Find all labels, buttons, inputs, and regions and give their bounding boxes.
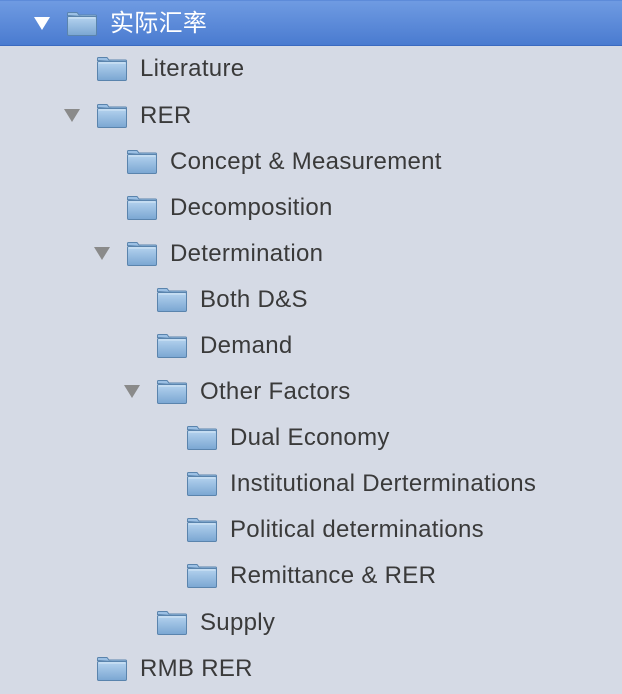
disclosure-triangle-down-icon[interactable] [64,109,80,122]
folder-icon [66,11,98,37]
folder-icon [96,103,128,129]
disclosure-triangle-down-icon[interactable] [124,385,140,398]
tree-item-label: Other Factors [200,378,351,405]
tree-item-label: Remittance & RER [230,562,437,589]
tree-item-demand[interactable]: Demand [0,323,622,369]
tree-item-label: Literature [140,55,245,82]
folder-icon [156,379,188,405]
folder-icon [156,333,188,359]
tree-item-label: Demand [200,332,293,359]
tree-item-rer[interactable]: RER [0,93,622,139]
tree-item-label: Institutional Derterminations [230,470,537,497]
tree-item-political-determinations[interactable]: Political determinations [0,507,622,553]
tree-item-determination[interactable]: Determination [0,231,622,277]
tree-item-label: Political determinations [230,516,484,543]
tree-item-dual-economy[interactable]: Dual Economy [0,415,622,461]
tree-item-supply[interactable]: Supply [0,600,622,646]
tree-item-remittance-rer[interactable]: Remittance & RER [0,553,622,599]
tree-item-literature[interactable]: Literature [0,46,622,92]
tree-item-label: Decomposition [170,194,333,221]
folder-icon [156,610,188,636]
disclosure-triangle-down-icon[interactable] [94,247,110,260]
folder-icon [186,471,218,497]
tree-item-label: RER [140,102,192,129]
tree-item-label: 实际汇率 [110,10,208,37]
folder-icon [96,56,128,82]
tree-item-both-ds[interactable]: Both D&S [0,277,622,323]
tree-item-concept-measurement[interactable]: Concept & Measurement [0,139,622,185]
disclosure-triangle-down-icon[interactable] [34,17,50,30]
tree-item-decomposition[interactable]: Decomposition [0,185,622,231]
folder-tree: 实际汇率 Literature RER Concept & Measurement De… [0,0,622,694]
folder-icon [126,195,158,221]
folder-icon [156,287,188,313]
tree-item-label: Both D&S [200,286,308,313]
tree-item-institutional-derterminations[interactable]: Institutional Derterminations [0,461,622,507]
tree-item-real-exchange-rate[interactable]: 实际汇率 [0,0,622,46]
folder-icon [126,241,158,267]
folder-icon [96,656,128,682]
folder-icon [186,517,218,543]
folder-icon [126,149,158,175]
tree-item-rmb-rer[interactable]: RMB RER [0,646,622,692]
tree-item-other-factors[interactable]: Other Factors [0,369,622,415]
tree-item-label: Determination [170,240,324,267]
folder-icon [186,563,218,589]
tree-item-label: Concept & Measurement [170,148,442,175]
folder-icon [186,425,218,451]
tree-item-label: Supply [200,609,276,636]
tree-item-label: Dual Economy [230,424,390,451]
tree-item-label: RMB RER [140,655,253,682]
